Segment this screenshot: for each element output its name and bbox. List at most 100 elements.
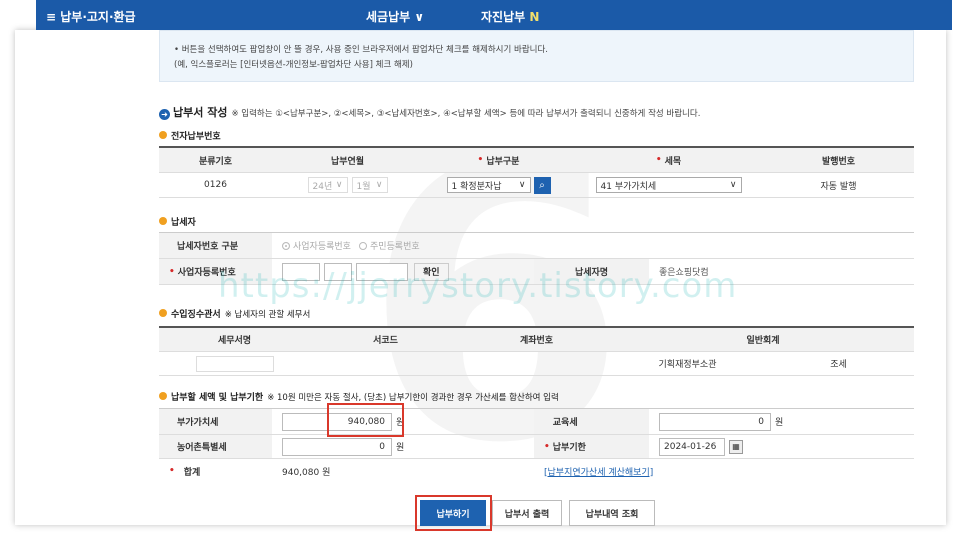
id-type-label: 납세자번호 구분: [159, 233, 272, 258]
office-title-text: 수입징수관서: [171, 310, 221, 320]
required-mark: •: [169, 266, 175, 277]
required-mark: •: [655, 155, 662, 165]
form-title: ➜ 납부서 작성 ※ 입력하는 ①<납부구분>, ②<세목>, ③<납세자번호>, …: [159, 104, 700, 120]
header-class-code: 분류기호: [159, 148, 272, 172]
header-office-code: 서코드: [310, 328, 461, 351]
electronic-no-table: 분류기호 납부연월 • 납부구분 • 세목 발행번호 0126 24년 ∨ 1월 ∨ 1…: [159, 146, 914, 198]
class-code-value: 0126: [204, 180, 227, 190]
office-code-value: [310, 352, 461, 375]
edu-tax-label-text: 교육세: [552, 418, 578, 428]
bullet-icon: [159, 217, 167, 225]
radio-resident-no[interactable]: [358, 241, 367, 250]
office-title: 수입징수관서 ※ 납세자의 관할 세무서: [159, 307, 310, 320]
electronic-no-header-row: 분류기호 납부연월 • 납부구분 • 세목 발행번호: [159, 148, 914, 173]
chevron-down-icon: ∨: [729, 180, 737, 190]
bullet-icon: [159, 131, 167, 139]
account-type-value: 기획재정부소관: [658, 360, 717, 370]
rural-tax-cell: 0원: [272, 435, 534, 458]
taxpayer-id-type-row: 납세자번호 구분 사업자등록번호 주민등록번호: [159, 233, 914, 259]
header-tax-item: • 세목: [574, 148, 763, 172]
calendar-icon[interactable]: ▦: [729, 439, 743, 454]
required-mark: •: [169, 466, 175, 476]
taxpayer-title-text: 납세자: [171, 218, 196, 228]
payment-history-button[interactable]: 납부내역 조회: [569, 500, 655, 526]
amount-title-text: 납부할 세액 및 납부기한: [171, 393, 264, 403]
header-pay-type-text: 납부구분: [486, 156, 520, 167]
chevron-down-icon: ∨: [375, 180, 383, 190]
bullet-icon: [159, 309, 167, 317]
pay-type-select-value: 1 확정분자납: [451, 181, 502, 192]
account-kind-value: 조세: [830, 360, 847, 370]
pay-type-select[interactable]: 1 확정분자납 ∨: [446, 177, 531, 193]
amount-row-1: 부가가치세 940,080원 •교육세 0원: [159, 409, 914, 435]
notice-line-1: • 버튼을 선택하여도 팝업창이 안 뜰 경우, 사용 중인 브라우저에서 팝업…: [174, 45, 548, 55]
nav-breadcrumb-tax-payment-label: 세금납부: [366, 10, 411, 24]
header-account-no: 계좌번호: [461, 328, 612, 351]
nav-breadcrumb-tax-payment[interactable]: 세금납부 ∨: [366, 8, 424, 25]
nav-breadcrumb-self-payment-label: 자진납부: [481, 10, 526, 24]
account-no-value: [461, 352, 612, 375]
edu-tax-label: •교육세: [534, 409, 649, 434]
electronic-no-value-row: 0126 24년 ∨ 1월 ∨ 1 확정분자납 ∨ ⌕ 41 부가가치세 ∨ 자동 발행: [159, 173, 914, 198]
required-mark: •: [477, 155, 484, 165]
office-table: 세무서명 서코드 계좌번호 일반회계 기획재정부소관 조세: [159, 326, 914, 376]
pay-type-cell: 1 확정분자납 ∨ ⌕: [423, 173, 574, 197]
radio-business-no[interactable]: [282, 241, 290, 250]
nav-menu-payment[interactable]: ≡ 납부·고지·환급: [46, 8, 136, 25]
amount-table: 부가가치세 940,080원 •교육세 0원 농어촌특별세 0원 •납부기한 2…: [159, 408, 914, 483]
late-fee-calc-link[interactable]: [납부지연가산세 계산해보기]: [544, 465, 653, 478]
due-date-cell: 2024-01-26 ▦: [649, 435, 914, 458]
pay-highlight-box: [415, 495, 492, 531]
due-date-input[interactable]: 2024-01-26: [659, 437, 725, 456]
vat-label: 부가가치세: [159, 409, 272, 434]
header-pay-type: • 납부구분: [423, 148, 574, 172]
edu-tax-unit: 원: [775, 418, 784, 428]
total-label: • 합계: [159, 459, 272, 483]
office-header-row: 세무서명 서코드 계좌번호 일반회계: [159, 328, 914, 352]
required-mark: •: [544, 441, 550, 452]
bullet-icon: [159, 392, 167, 400]
chevron-down-icon: ∨: [335, 180, 343, 190]
nav-breadcrumb-self-payment[interactable]: 자진납부 N: [481, 8, 539, 25]
new-badge: N: [529, 10, 540, 24]
chevron-down-icon: ∨: [518, 180, 526, 190]
arrow-circle-icon: ➜: [159, 109, 170, 120]
due-date-label: • 납부기한: [534, 435, 649, 458]
watermark-url: https://jjerrystory.tistory.com: [218, 266, 738, 306]
tax-item-select[interactable]: 41 부가가치세 ∨: [595, 177, 742, 193]
rural-tax-unit: 원: [396, 443, 405, 453]
id-type-options: 사업자등록번호 주민등록번호: [272, 233, 672, 258]
amount-title: 납부할 세액 및 납부기한 ※ 10원 미만은 자동 절사, (당초) 납부기한이…: [159, 390, 559, 403]
taxpayer-title: 납세자: [159, 215, 196, 228]
header-tax-item-text: 세목: [664, 156, 682, 167]
due-date-label-text: 납부기한: [552, 443, 586, 453]
vat-highlight-box: [327, 403, 404, 437]
edu-tax-input[interactable]: 0: [659, 412, 771, 431]
pay-month-cell: 24년 ∨ 1월 ∨: [272, 173, 423, 197]
late-fee-cell: [납부지연가산세 계산해보기]: [534, 459, 914, 483]
header-pay-month: 납부연월: [272, 148, 423, 172]
header-issue-no: 발행번호: [763, 148, 914, 172]
month-select[interactable]: 1월 ∨: [351, 177, 388, 193]
form-title-text: 납부서 작성: [173, 106, 228, 119]
electronic-no-title-text: 전자납부번호: [171, 132, 221, 142]
radio-resident-no-label: 주민등록번호: [369, 242, 420, 252]
tax-item-cell: 41 부가가치세 ∨: [574, 173, 763, 197]
amount-row-2: 농어촌특별세 0원 • 납부기한 2024-01-26 ▦: [159, 435, 914, 459]
office-value-row: 기획재정부소관 조세: [159, 352, 914, 376]
search-icon[interactable]: ⌕: [533, 176, 551, 194]
edu-tax-cell: 0원: [649, 409, 914, 434]
header-office-name: 세무서명: [159, 328, 310, 351]
amount-title-note: ※ 10원 미만은 자동 절사, (당초) 납부기한이 경과한 경우 가산세를 …: [267, 393, 559, 403]
year-select[interactable]: 24년 ∨: [307, 177, 348, 193]
tax-item-select-value: 41 부가가치세: [600, 181, 657, 192]
print-bill-button[interactable]: 납부서 출력: [492, 500, 562, 526]
rural-tax-input[interactable]: 0: [282, 437, 392, 456]
office-title-note: ※ 납세자의 관할 세무서: [224, 310, 311, 320]
electronic-no-title: 전자납부번호: [159, 129, 221, 142]
issue-no-value: 자동 발행: [820, 181, 857, 192]
total-label-text: 합계: [183, 467, 201, 478]
office-name-field: [195, 355, 274, 372]
top-navigation-bar: ≡ 납부·고지·환급 세금납부 ∨ 자진납부 N: [36, 0, 952, 30]
amount-row-3: • 합계 940,080 원 [납부지연가산세 계산해보기]: [159, 459, 914, 483]
